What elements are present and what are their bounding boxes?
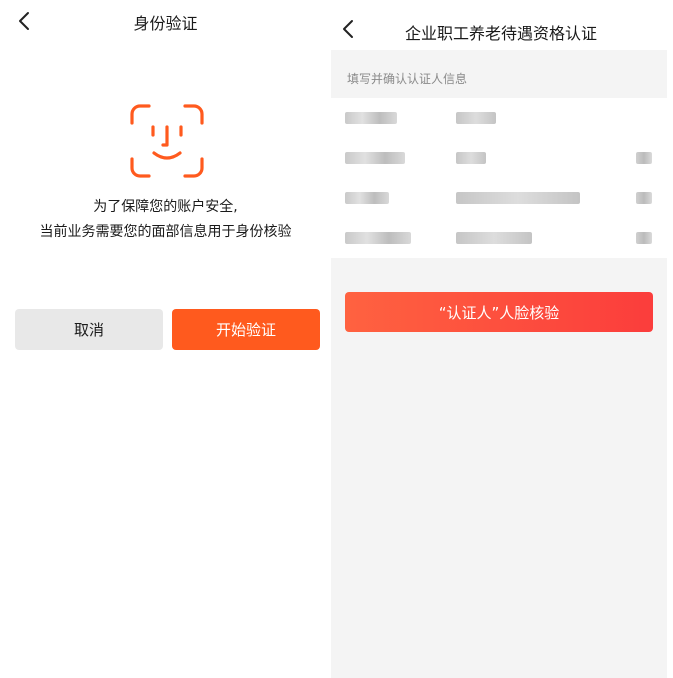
page-title: 身份验证 [133, 14, 198, 33]
start-verification-button[interactable]: 开始验证 [172, 309, 320, 350]
certifier-info-list [331, 98, 667, 258]
info-row [331, 138, 667, 178]
redacted-value [456, 152, 486, 164]
redacted-action [636, 192, 652, 204]
redacted-label [345, 192, 389, 204]
prompt-text-line1: 为了保障您的账户安全, [93, 199, 238, 215]
back-button[interactable] [337, 16, 363, 42]
face-id-icon [129, 103, 205, 179]
redacted-value [456, 112, 496, 124]
info-row [331, 98, 667, 138]
section-label: 填写并确认认证人信息 [347, 72, 468, 86]
redacted-value [456, 232, 532, 244]
header-bar: 企业职工养老待遇资格认证 [331, 0, 667, 50]
redacted-label [345, 152, 405, 164]
redacted-label [345, 112, 397, 124]
redacted-action [636, 152, 652, 164]
info-row [331, 178, 667, 218]
pension-qualification-screen: 企业职工养老待遇资格认证 填写并确认认证人信息 “认证人”人脸核验 [331, 0, 667, 678]
redacted-label [345, 232, 411, 244]
info-row [331, 218, 667, 258]
page-title: 企业职工养老待遇资格认证 [405, 24, 598, 43]
identity-verification-screen: 身份验证 为了保障您的账户安全, 当前业务需要您的面部信息用于身份核验 取消 开… [0, 0, 331, 678]
cancel-button[interactable]: 取消 [15, 309, 163, 350]
redacted-value [456, 192, 580, 204]
face-verification-button[interactable]: “认证人”人脸核验 [345, 292, 653, 332]
screen-gutter [667, 0, 673, 678]
redacted-action [636, 232, 652, 244]
chevron-left-icon [343, 20, 353, 38]
prompt-text-line2: 当前业务需要您的面部信息用于身份核验 [39, 224, 292, 240]
